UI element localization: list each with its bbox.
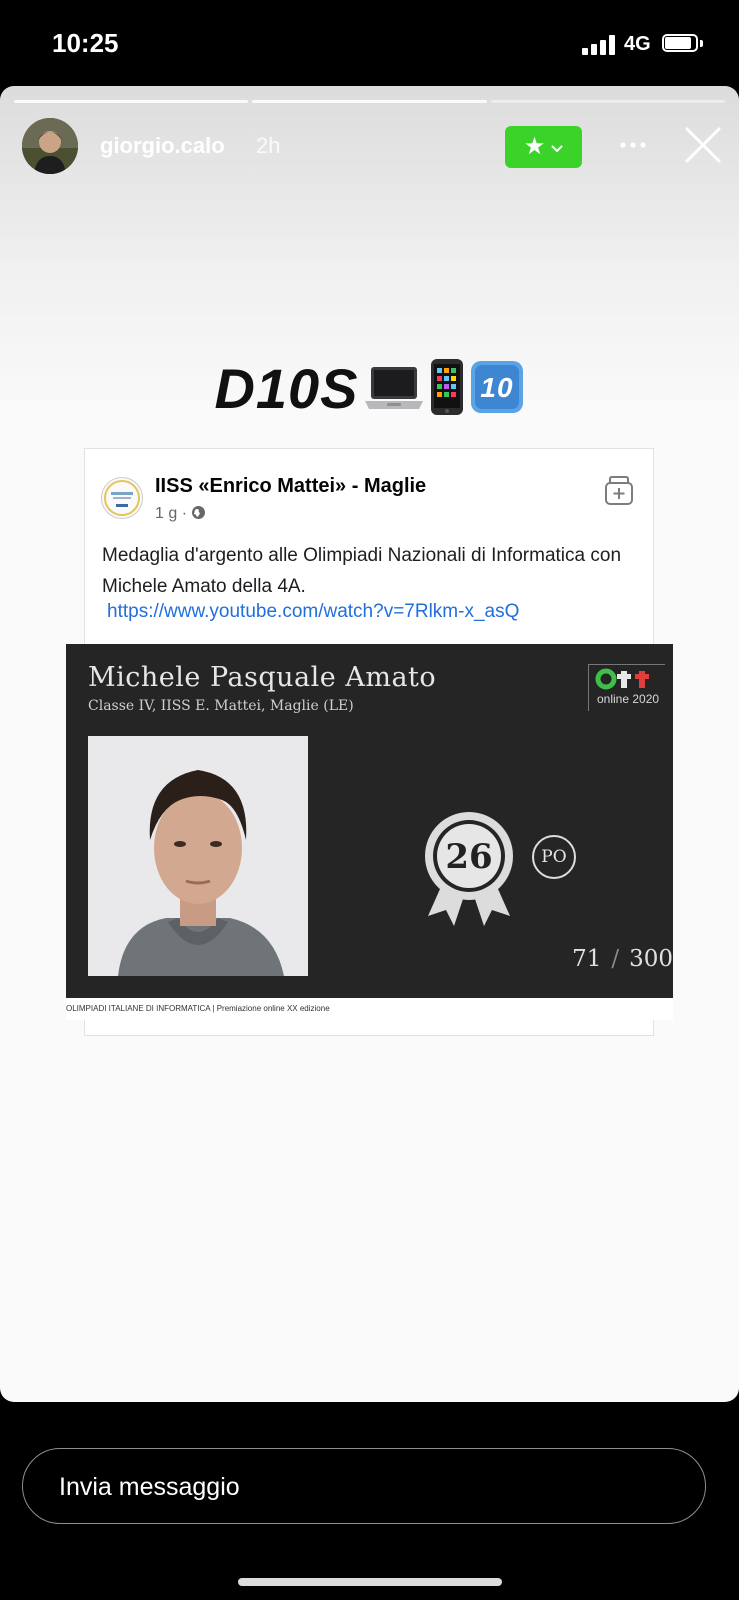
position-badge: PO: [532, 835, 576, 879]
certificate-footer-text: OLIMPIADI ITALIANE DI INFORMATICA | Prem…: [66, 1004, 330, 1013]
post-date: 1 g ·: [155, 505, 192, 522]
student-class: Classe IV, IISS E. Mattei, Maglie (LE): [88, 698, 354, 714]
post-text: Medaglia d'argento alle Olimpiadi Nazion…: [102, 545, 622, 597]
more-options-icon[interactable]: [616, 130, 650, 160]
story-progress-segment: [14, 100, 249, 103]
student-name: Michele Pasquale Amato: [88, 662, 437, 693]
story-time-ago: 2h: [256, 133, 281, 158]
headline-text: D10S: [214, 357, 359, 420]
story-progress-segment: [490, 100, 725, 103]
send-message-placeholder: Invia messaggio: [59, 1473, 240, 1501]
globe-icon: [191, 505, 206, 525]
save-post-icon[interactable]: [603, 475, 635, 507]
story-headline: D10S 10: [0, 356, 739, 429]
battery-icon: [662, 34, 704, 54]
certificate-footer: OLIMPIADI ITALIANE DI INFORMATICA | Prem…: [66, 998, 673, 1020]
mobile-phone-icon: [429, 358, 465, 429]
oii-logo: online 2020: [588, 664, 665, 711]
send-message-input[interactable]: Invia messaggio: [22, 1448, 706, 1524]
logo-caption: online 2020: [597, 692, 660, 706]
score-separator: /: [611, 946, 620, 972]
star-icon: ★: [523, 133, 546, 160]
page-name[interactable]: IISS «Enrico Mattei» - Maglie: [155, 475, 426, 498]
chevron-down-icon: [551, 141, 563, 155]
avatar[interactable]: [22, 118, 78, 174]
score: 71 / 300: [572, 946, 673, 972]
story-username[interactable]: giorgio.calo: [100, 133, 225, 159]
school-logo[interactable]: [101, 477, 143, 519]
signal-icon: [582, 35, 618, 55]
score-max: 300: [629, 946, 673, 972]
close-icon[interactable]: [684, 126, 722, 164]
student-photo: [88, 736, 308, 976]
post-meta: 1 g ·: [155, 505, 206, 525]
laptop-icon: [363, 361, 425, 426]
certificate-image[interactable]: Michele Pasquale Amato Classe IV, IISS E…: [66, 644, 673, 998]
status-time: 10:25: [52, 28, 119, 58]
medal-icon: 26: [422, 810, 516, 926]
svg-text:10: 10: [480, 372, 513, 403]
home-indicator[interactable]: [238, 1578, 502, 1586]
story-view[interactable]: giorgio.calo 2h ★ D10S 10 IISS «Enrico M…: [0, 86, 739, 1402]
close-friends-button[interactable]: ★: [505, 126, 582, 168]
rank-number: 26: [445, 837, 492, 877]
network-type: 4G: [624, 33, 651, 55]
post-link[interactable]: https://www.youtube.com/watch?v=7Rlkm-x_…: [107, 601, 519, 623]
keycap-10-icon: 10: [469, 359, 525, 428]
score-value: 71: [572, 946, 602, 972]
status-bar: 10:25 4G: [0, 0, 739, 86]
story-progress-segment: [252, 100, 487, 103]
